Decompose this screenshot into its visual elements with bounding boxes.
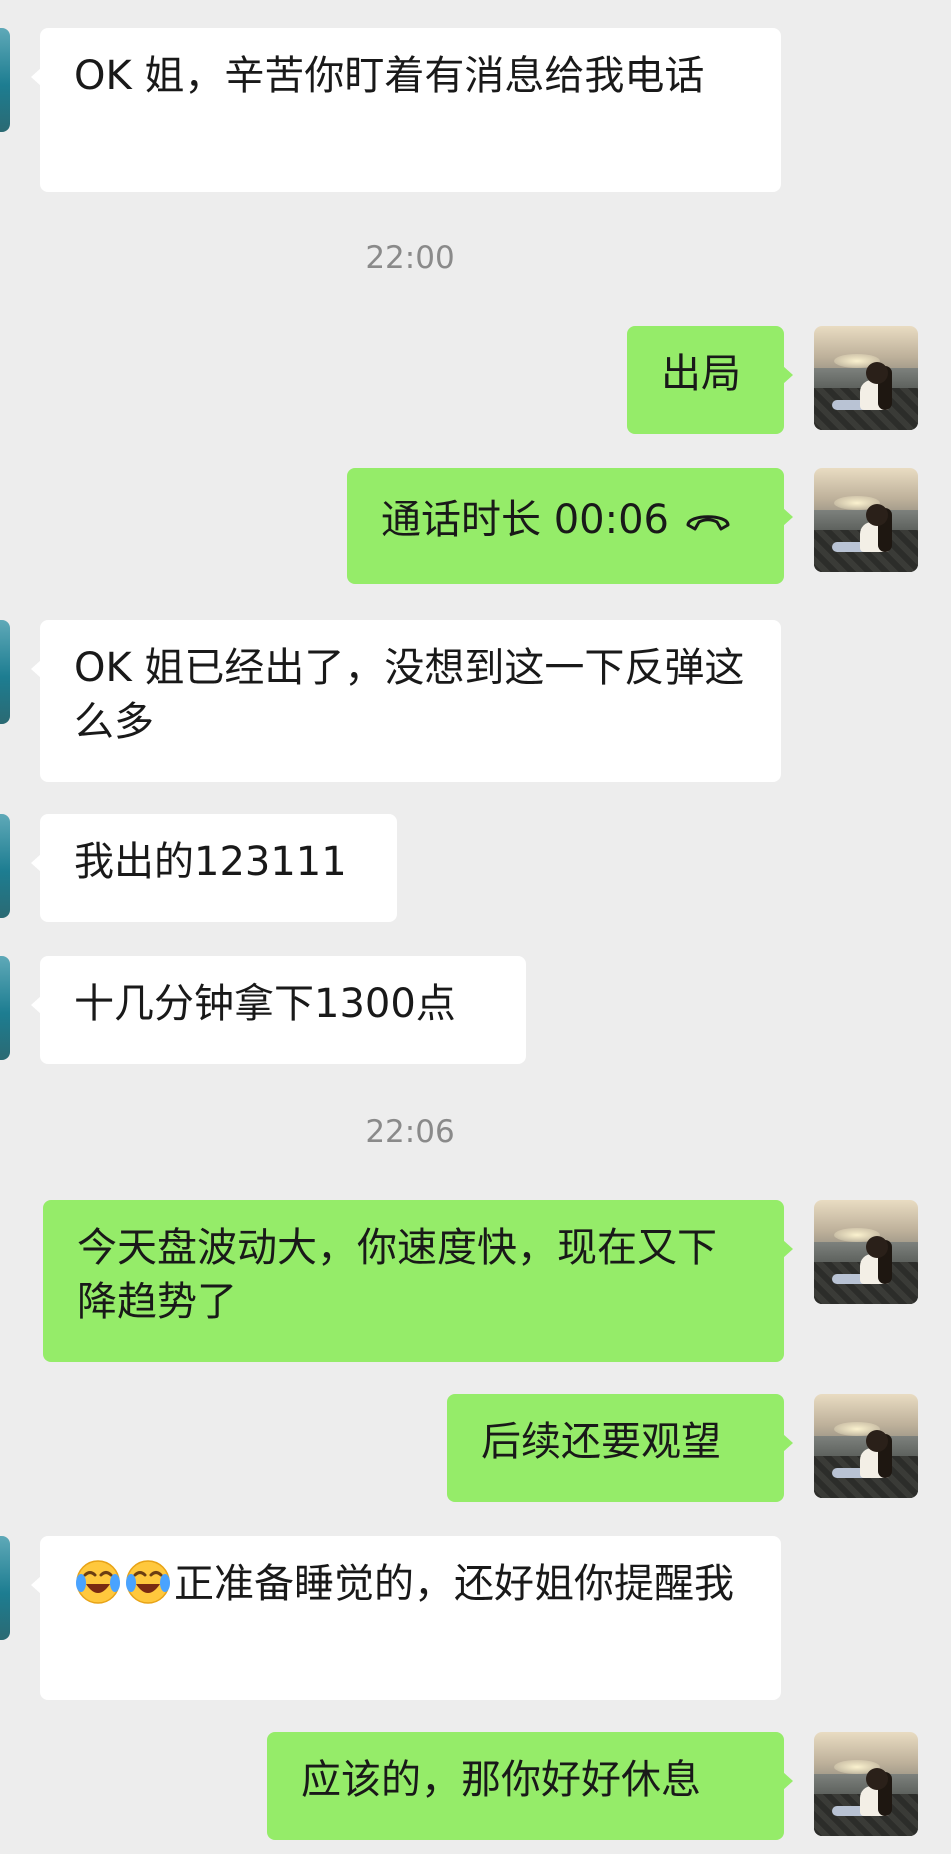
contact-avatar[interactable] <box>0 814 10 918</box>
avatar-photo-detail <box>866 1236 888 1258</box>
timestamp: 22:06 <box>365 1114 455 1150</box>
crying-laughing-emoji-icon <box>74 1558 122 1606</box>
message-bubble-outgoing[interactable]: 今天盘波动大，你速度快，现在又下降趋势了 <box>43 1200 793 1362</box>
my-avatar[interactable] <box>814 1732 918 1836</box>
my-avatar[interactable] <box>814 1394 918 1498</box>
message-bubble-incoming[interactable]: 正准备睡觉的，还好姐你提醒我 <box>31 1536 781 1700</box>
contact-avatar[interactable] <box>0 956 10 1060</box>
message-bubble-incoming[interactable]: OK 姐已经出了，没想到这一下反弹这么多 <box>31 620 781 782</box>
phone-hangup-icon <box>683 495 733 549</box>
message-bubble-outgoing[interactable]: 后续还要观望 <box>447 1394 793 1502</box>
avatar-photo-detail <box>866 504 888 526</box>
my-avatar[interactable] <box>814 326 918 430</box>
message-bubble-outgoing[interactable]: 出局 <box>627 326 793 434</box>
avatar-photo-detail <box>866 1430 888 1452</box>
call-record-bubble[interactable]: 通话时长 00:06 <box>347 468 793 584</box>
message-text: 正准备睡觉的，还好姐你提醒我 <box>174 1561 734 1607</box>
contact-avatar[interactable] <box>0 1536 10 1640</box>
call-duration-text: 通话时长 00:06 <box>381 497 669 543</box>
avatar-photo-detail <box>866 362 888 384</box>
message-bubble-incoming[interactable]: OK 姐，辛苦你盯着有消息给我电话 <box>31 28 781 192</box>
my-avatar[interactable] <box>814 1200 918 1304</box>
timestamp: 22:00 <box>365 240 455 276</box>
avatar-photo-detail <box>866 1768 888 1790</box>
message-bubble-incoming[interactable]: 十几分钟拿下1300点 <box>31 956 526 1064</box>
message-bubble-outgoing[interactable]: 应该的，那你好好休息 <box>267 1732 793 1840</box>
crying-laughing-emoji-icon <box>124 1558 172 1606</box>
my-avatar[interactable] <box>814 468 918 572</box>
contact-avatar[interactable] <box>0 620 10 724</box>
message-bubble-incoming[interactable]: 我出的123111 <box>31 814 397 922</box>
contact-avatar[interactable] <box>0 28 10 132</box>
